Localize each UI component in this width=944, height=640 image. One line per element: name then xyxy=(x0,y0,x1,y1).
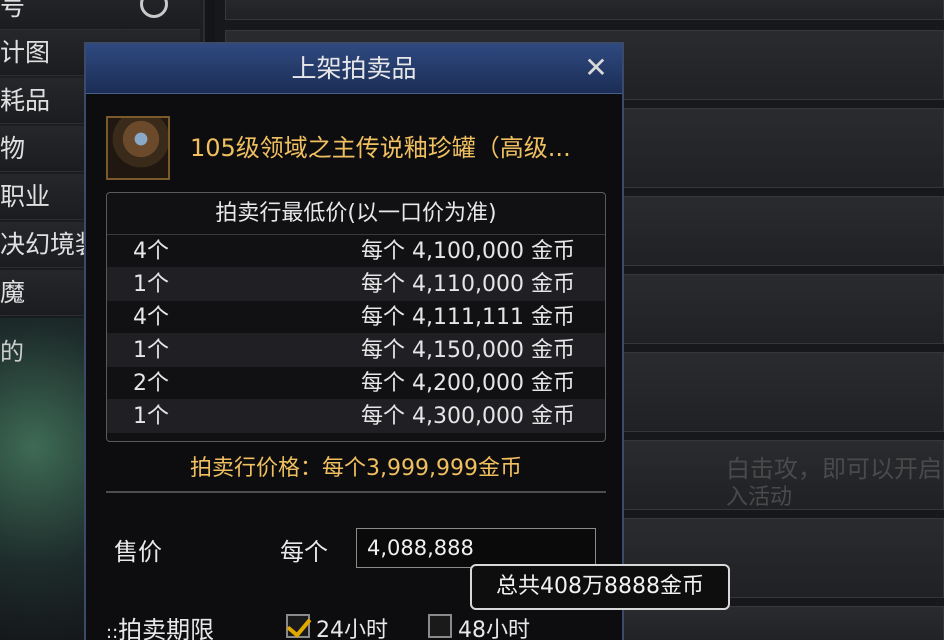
price-row: 2个 每个 4,200,000 金币 xyxy=(107,367,605,400)
sidebar-item-label: 耗品 xyxy=(0,86,51,115)
price-row-price: 每个 4,100,000 金币 xyxy=(361,239,575,264)
lowest-price-panel: 拍卖行最低价(以一口价为准) 4个 每个 4,100,000 金币 1个 每个 … xyxy=(106,192,606,442)
item-info: 105级领域之主传说釉珍罐（高级... xyxy=(106,116,606,180)
sidebar-item-label: 魔 xyxy=(0,278,26,307)
sidebar-item-label: 计图 xyxy=(0,38,51,67)
search-icon[interactable] xyxy=(140,0,168,18)
price-row: 1个 每个 4,150,000 金币 xyxy=(107,334,605,367)
sidebar-item[interactable]: 号 xyxy=(0,0,200,30)
price-row-price: 每个 4,110,000 金币 xyxy=(361,272,575,297)
price-row-price: 每个 4,111,111 金币 xyxy=(361,305,575,330)
price-row-qty: 2个 xyxy=(133,371,169,396)
listing-text: 入活动 xyxy=(726,485,793,510)
character-art: 的 xyxy=(0,318,85,640)
sidebar-item-label: 物 xyxy=(0,134,26,163)
price-row-price: 每个 4,200,000 金币 xyxy=(361,371,575,396)
total-price-tooltip: 总共408万8888金币 xyxy=(470,564,730,610)
dialog-header: 上架拍卖品 ✕ xyxy=(86,44,622,94)
price-row: 1个 每个 4,300,000 金币 xyxy=(107,400,605,433)
sidebar-item-label: 职业 xyxy=(0,182,51,211)
price-row-qty: 1个 xyxy=(133,338,169,363)
duration-label: ::拍卖期限 xyxy=(106,610,214,640)
sidebar-item-label: 的 xyxy=(0,338,24,366)
price-input[interactable] xyxy=(356,528,596,568)
price-row-qty: 1个 xyxy=(133,272,169,297)
each-label: 每个 xyxy=(280,538,328,566)
price-row: 1个 每个 4,110,000 金币 xyxy=(107,268,605,301)
price-row: 4个 每个 4,111,111 金币 xyxy=(107,301,605,334)
list-item-dialog: 上架拍卖品 ✕ 105级领域之主传说釉珍罐（高级... 拍卖行最低价(以一口价为… xyxy=(84,42,624,640)
duration-24h-checkbox[interactable] xyxy=(286,614,310,638)
duration-48h-label[interactable]: 48小时 xyxy=(458,612,530,640)
listing-row[interactable] xyxy=(225,0,944,20)
divider xyxy=(106,491,606,493)
dialog-title: 上架拍卖品 xyxy=(291,54,417,83)
price-row-price: 每个 4,150,000 金币 xyxy=(361,338,575,363)
close-icon[interactable]: ✕ xyxy=(582,54,610,82)
sidebar-item-label: 号 xyxy=(0,0,26,21)
sale-price-label: 售价 xyxy=(114,538,162,566)
price-row-qty: 4个 xyxy=(133,239,169,264)
price-row-qty: 4个 xyxy=(133,305,169,330)
duration-48h-checkbox[interactable] xyxy=(428,614,452,638)
duration-24h-label[interactable]: 24小时 xyxy=(316,612,388,640)
price-row: 4个 每个 4,100,000 金币 xyxy=(107,235,605,268)
auction-price-text: 拍卖行价格：每个3,999,999金币 xyxy=(190,456,522,481)
item-name: 105级领域之主传说釉珍罐（高级... xyxy=(190,134,571,162)
price-row-qty: 1个 xyxy=(133,404,169,429)
lowest-price-title: 拍卖行最低价(以一口价为准) xyxy=(107,193,605,235)
item-icon[interactable] xyxy=(106,116,170,180)
price-row-price: 每个 4,300,000 金币 xyxy=(361,404,575,429)
duration-label-text: 拍卖期限 xyxy=(118,616,215,640)
